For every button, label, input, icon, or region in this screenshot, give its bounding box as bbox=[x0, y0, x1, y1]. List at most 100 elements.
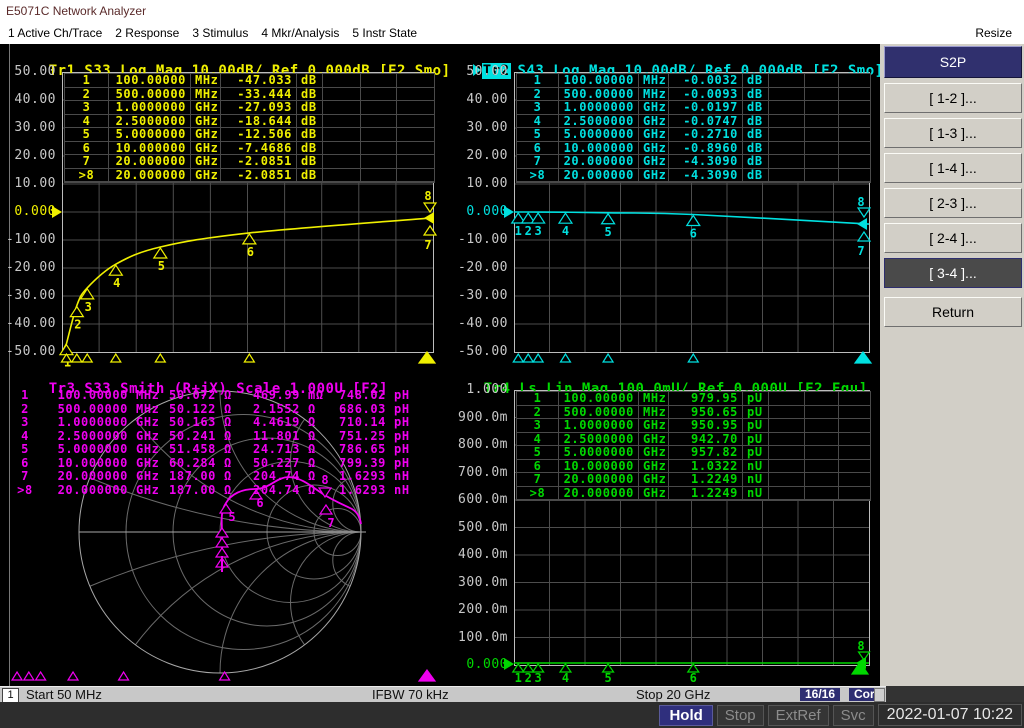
marker-cell bbox=[805, 419, 839, 432]
marker-cell: dB bbox=[297, 141, 323, 154]
tr4-scale-label: 100.0m bbox=[458, 629, 508, 645]
marker-cell bbox=[805, 155, 839, 168]
stop-indicator: Stop bbox=[716, 704, 764, 726]
marker-cell bbox=[323, 114, 361, 127]
tr4-scale-label: 200.0m bbox=[458, 602, 508, 617]
marker-cell: -4.3090 bbox=[669, 168, 743, 181]
marker-cell: GHz bbox=[191, 128, 221, 141]
trace3-title[interactable]: Tr3 S33 Smith (R+jX) Scale 1.000U [F2] bbox=[13, 365, 388, 397]
marker-cell: pH bbox=[394, 429, 410, 443]
marker-table-row: 2 500.00000 MHz 50.122 Ω 2.1552 Ω 686.03 pH bbox=[10, 403, 418, 417]
marker-cell: 5 bbox=[517, 128, 559, 141]
marker-table-row: 3 1.0000000 GHz 50.163 Ω 4.4619 Ω 710.14 pH bbox=[10, 416, 418, 430]
trace4-title[interactable]: Tr4 Ls Lin Mag 100.0mU/ Ref 0.000U [F2 E… bbox=[448, 365, 868, 397]
tr2-scale-label: -10.00 bbox=[458, 232, 508, 247]
softkey-button-4[interactable]: [ 2-3 ]... bbox=[884, 188, 1022, 218]
marker-table-row: 4 2.5000000 GHz -18.644 dB bbox=[65, 114, 434, 128]
marker-cell: 7 bbox=[65, 155, 109, 168]
return-button[interactable]: Return bbox=[884, 297, 1022, 327]
marker-cell: Ω bbox=[224, 483, 232, 497]
marker-cell bbox=[805, 168, 839, 181]
svg-text:6: 6 bbox=[690, 671, 697, 685]
tr4-scale-label: 400.0m bbox=[458, 547, 508, 562]
marker-cell: 20.000000 bbox=[109, 155, 191, 168]
marker-cell: -33.444 bbox=[221, 87, 297, 100]
marker-cell: pH bbox=[394, 402, 410, 416]
svg-text:3: 3 bbox=[535, 671, 542, 685]
marker-cell bbox=[769, 141, 805, 154]
marker-cell: MHz bbox=[639, 87, 669, 100]
tr4-scale-label: 300.0m bbox=[458, 574, 508, 590]
marker-cell: 20.000000 bbox=[559, 473, 639, 486]
marker-table-row: 4 2.5000000 GHz -0.0747 dB bbox=[517, 114, 870, 128]
marker-cell: 6 bbox=[517, 459, 559, 472]
tr1-scale-label: -40.00 bbox=[6, 316, 56, 331]
points-badge: 16/16 bbox=[800, 688, 841, 701]
softkey-button-2[interactable]: [ 1-3 ]... bbox=[884, 118, 1022, 148]
marker-cell: Ω bbox=[308, 470, 316, 483]
channel-status-bar: 1 Start 50 MHz IFBW 70 kHz Stop 20 GHz 1… bbox=[0, 686, 886, 703]
marker-cell: 50.122 bbox=[169, 402, 216, 416]
marker-cell: 500.00000 bbox=[109, 87, 191, 100]
marker-cell: -0.2710 bbox=[669, 128, 743, 141]
softkey-button-6[interactable]: [ 3-4 ]... bbox=[884, 258, 1022, 288]
ifbw-value[interactable]: IFBW 70 kHz bbox=[372, 687, 449, 702]
marker-cell: Ω bbox=[308, 416, 316, 429]
tr1-marker-table: 1 100.00000 MHz -47.033 dB 2 500.00000 MHz -33.4… bbox=[64, 73, 435, 183]
marker-cell: MHz bbox=[639, 74, 669, 87]
marker-table-row: 7 20.000000 GHz 187.00 Ω 204.74 Ω 1.6293 nH bbox=[10, 470, 418, 484]
softkey-menu-header: S2P bbox=[884, 46, 1022, 78]
softkey-button-1[interactable]: [ 1-2 ]... bbox=[884, 83, 1022, 113]
svg-text:8: 8 bbox=[857, 639, 864, 653]
svg-text:7: 7 bbox=[327, 516, 334, 530]
stop-frequency[interactable]: Stop 20 GHz bbox=[636, 687, 710, 702]
marker-cell: Ω bbox=[308, 456, 316, 470]
marker-cell bbox=[323, 87, 361, 100]
start-frequency[interactable]: Start 50 MHz bbox=[26, 687, 102, 702]
marker-cell: -0.0093 bbox=[669, 87, 743, 100]
marker-cell bbox=[839, 460, 870, 473]
marker-cell bbox=[397, 155, 434, 168]
softkey-button-3[interactable]: [ 1-4 ]... bbox=[884, 153, 1022, 183]
marker-cell bbox=[769, 155, 805, 168]
marker-cell: 786.65 bbox=[339, 443, 386, 456]
marker-cell: -7.4686 bbox=[221, 141, 297, 154]
tr4-marker-table: 1 100.00000 MHz 979.95 pU 2 500.00000 MHz 950.65… bbox=[516, 391, 871, 501]
svg-text:2: 2 bbox=[74, 318, 81, 332]
softkey-button-5[interactable]: [ 2-4 ]... bbox=[884, 223, 1022, 253]
marker-cell bbox=[769, 459, 805, 472]
marker-cell: -27.093 bbox=[221, 101, 297, 114]
tr2-scale-label: 0.000 bbox=[466, 204, 508, 219]
marker-cell: 942.70 bbox=[669, 432, 743, 445]
tr2-scale-label: -30.00 bbox=[458, 288, 508, 303]
marker-cell: GHz bbox=[136, 483, 160, 497]
marker-cell bbox=[839, 487, 870, 500]
marker-cell: 1.2249 bbox=[669, 473, 743, 486]
marker-cell: -18.644 bbox=[221, 114, 297, 127]
marker-cell: dB bbox=[743, 168, 769, 181]
marker-cell: 187.00 bbox=[169, 470, 216, 483]
marker-cell: 957.82 bbox=[669, 446, 743, 459]
trace2-title[interactable]: Tr2 S43 Log Mag 10.00dB/ Ref 0.000dB [F2 … bbox=[437, 47, 884, 79]
marker-cell: 5 bbox=[65, 128, 109, 141]
marker-cell: 3 bbox=[65, 101, 109, 114]
marker-cell bbox=[839, 74, 870, 87]
tr1-scale-label: -10.00 bbox=[6, 232, 56, 247]
marker-cell: GHz bbox=[191, 114, 221, 127]
tr4-scale-label: 900.0m bbox=[458, 409, 508, 425]
marker-cell: Ω bbox=[224, 456, 232, 470]
marker-cell: GHz bbox=[191, 155, 221, 168]
marker-cell: Ω bbox=[308, 443, 316, 456]
marker-cell: 4 bbox=[517, 114, 559, 127]
tr2-scale-label: 40.00 bbox=[466, 92, 508, 107]
marker-table-row: 3 1.0000000 GHz -0.0197 dB bbox=[517, 101, 870, 115]
marker-cell: 2.5000000 bbox=[57, 429, 128, 443]
marker-cell: 51.458 bbox=[169, 443, 216, 456]
trace1-title[interactable]: Tr1 S33 Log Mag 10.00dB/ Ref 0.000dB [F2… bbox=[13, 47, 451, 79]
svg-text:6: 6 bbox=[256, 496, 263, 510]
marker-cell bbox=[839, 115, 870, 128]
marker-cell: Ω bbox=[224, 416, 232, 429]
marker-table-row: 1 100.00000 MHz 979.95 pU bbox=[517, 392, 870, 406]
tr2-scale-label: -40.00 bbox=[458, 316, 508, 331]
tr1-scale-label: -50.00 bbox=[6, 344, 56, 359]
